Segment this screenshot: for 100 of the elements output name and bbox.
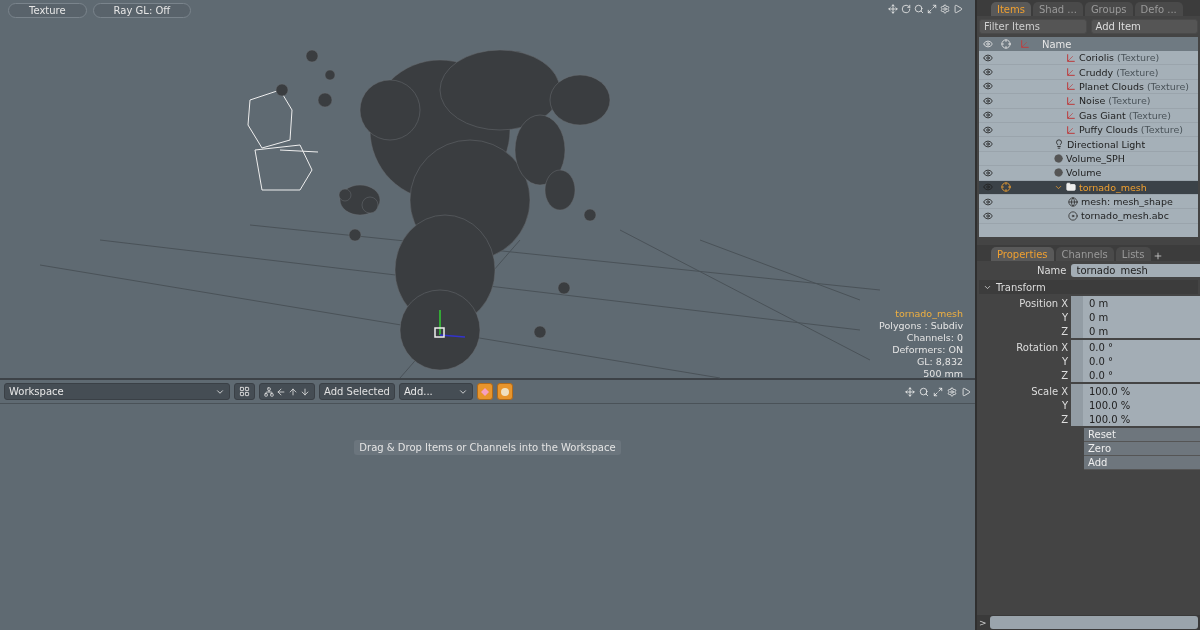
eye-icon[interactable] (983, 139, 993, 150)
viewport-button[interactable]: Ray GL: Off (92, 3, 192, 18)
item-row[interactable]: Noise (Texture) (979, 94, 1198, 109)
value-field[interactable]: 100.0 % (1071, 398, 1200, 412)
item-name: Cruddy (1079, 66, 1114, 78)
settings-icon[interactable] (947, 386, 957, 397)
crosshair-icon (1001, 39, 1011, 49)
move-icon[interactable] (905, 386, 915, 397)
item-type: (Texture) (1146, 80, 1190, 92)
axis-gizmo-icon (434, 309, 466, 338)
search-icon[interactable] (919, 386, 929, 397)
texture-icon (1066, 81, 1076, 92)
value-field[interactable]: 100.0 % (1071, 384, 1200, 398)
move-icon[interactable] (888, 4, 898, 14)
item-name: Noise (1079, 95, 1106, 107)
arrow-up-icon (288, 386, 298, 397)
axis-label: Y (1061, 355, 1068, 367)
eye-icon[interactable] (983, 81, 993, 92)
eye-icon[interactable] (983, 110, 993, 121)
disc-icon (1068, 211, 1078, 221)
add-selected-button[interactable]: Add Selected (319, 383, 395, 400)
command-prompt: > (979, 617, 987, 628)
item-row[interactable]: Volume_SPH (979, 151, 1198, 167)
item-type: (Texture) (1140, 124, 1184, 136)
action-button[interactable]: Add (1084, 456, 1200, 470)
value-field[interactable]: 0 m (1071, 324, 1200, 338)
item-name: tornado_mesh.abc (1081, 210, 1169, 222)
eye-icon[interactable] (983, 196, 993, 207)
item-name: Gas Giant (1079, 109, 1126, 121)
item-type: (Texture) (1108, 95, 1151, 107)
play-icon[interactable] (961, 386, 971, 397)
diamond-icon (480, 387, 489, 396)
item-row[interactable]: Gas Giant (Texture) (979, 108, 1198, 123)
texture-icon (1066, 67, 1076, 78)
item-row[interactable]: Coriolis (Texture) (979, 51, 1198, 66)
search-icon[interactable] (914, 4, 924, 14)
item-row[interactable]: Directional Light (979, 137, 1198, 152)
texture-icon (1066, 110, 1076, 121)
add-dropdown[interactable]: Add... (398, 383, 473, 400)
light-icon (1054, 139, 1064, 150)
eye-icon[interactable] (983, 167, 993, 178)
value-field[interactable]: 100.0 % (1071, 412, 1200, 426)
item-row[interactable]: Volume (979, 166, 1198, 181)
axis-label: Z (1061, 413, 1068, 425)
eye-icon[interactable] (983, 67, 993, 78)
viewport-button[interactable]: Texture (8, 3, 87, 18)
settings-icon[interactable] (940, 4, 950, 14)
item-row[interactable]: Planet Clouds (Texture) (979, 79, 1198, 95)
value-field[interactable]: 0.0 ° (1071, 340, 1200, 354)
value-field[interactable]: 0.0 ° (1071, 354, 1200, 368)
layout-button[interactable] (234, 383, 255, 400)
item-row[interactable]: tornado_mesh.abc (979, 209, 1198, 224)
info-line: GL: 8,832 (915, 356, 963, 368)
item-name: tornado_mesh (1079, 181, 1147, 193)
3d-viewport[interactable]: Texture Ray GL: Off tornado_mesh Polygons : Subdiv Channels: 0 Deformers: ON GL: 8,832 500 mm (0, 0, 975, 380)
texture-icon (1066, 124, 1076, 135)
node-arrows-button[interactable] (259, 383, 315, 400)
action-button[interactable]: Zero (1084, 442, 1200, 456)
name-field[interactable]: tornado_mesh (1070, 264, 1200, 277)
diamond-button[interactable] (476, 383, 493, 400)
eye-icon[interactable] (983, 95, 993, 106)
property-label: Position (1019, 297, 1059, 309)
axis-label: Z (1061, 325, 1068, 337)
property-label: Rotation (1016, 341, 1059, 353)
value-field[interactable]: 0.0 ° (1071, 368, 1200, 382)
add-item-button[interactable]: Add Item (1090, 19, 1198, 34)
section-header[interactable]: Transform (979, 280, 1198, 294)
texture-icon (1066, 52, 1076, 63)
eye-icon (983, 39, 993, 49)
item-name: Planet Clouds (1079, 80, 1144, 92)
item-row[interactable]: Puffy Clouds (Texture) (979, 122, 1198, 138)
workspace-dropdown[interactable]: Workspace (4, 383, 230, 400)
info-line: Polygons : Subdiv (879, 320, 963, 332)
value-field[interactable]: 0 m (1071, 310, 1200, 324)
circle-button[interactable] (496, 383, 513, 400)
item-row[interactable]: mesh: mesh_shape (979, 194, 1198, 210)
value-field[interactable]: 0 m (1071, 296, 1200, 310)
item-name: Directional Light (1067, 138, 1146, 150)
eye-icon[interactable] (983, 211, 993, 221)
maximize-icon[interactable] (933, 386, 943, 397)
rotate-icon[interactable] (901, 4, 911, 14)
eye-icon[interactable] (983, 52, 993, 63)
info-line: Channels: 0 (905, 332, 963, 344)
circle-icon (500, 387, 509, 396)
arrow-down-icon (300, 386, 310, 397)
maximize-icon[interactable] (927, 4, 937, 14)
item-row[interactable]: Cruddy (Texture) (979, 65, 1198, 80)
command-field[interactable] (989, 616, 1198, 629)
name-label: Name (1037, 265, 1067, 276)
play-icon[interactable] (953, 4, 963, 14)
filter-field[interactable]: Filter Items (979, 19, 1087, 34)
add-tab-icon[interactable] (1152, 251, 1163, 261)
axis-label: Z (1061, 369, 1068, 381)
axis-label: X (1061, 297, 1068, 309)
item-name: Volume (1066, 167, 1102, 179)
eye-icon[interactable] (983, 124, 993, 135)
info-title: tornado_mesh (894, 308, 963, 320)
action-button[interactable]: Reset (1084, 428, 1200, 442)
grid-icon (239, 386, 250, 397)
workspace-hint: Drag & Drop Items or Channels into the Workspace (354, 439, 621, 455)
